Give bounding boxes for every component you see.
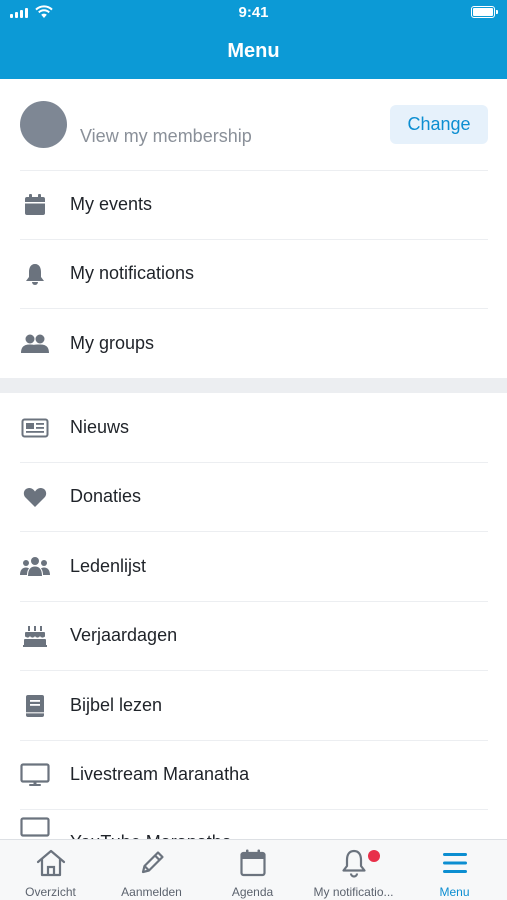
menu-item-label: My groups (70, 333, 155, 353)
avatar[interactable] (20, 101, 67, 148)
menu-item-nieuws[interactable]: Nieuws (0, 393, 507, 462)
bottom-tab-bar: Overzicht Aanmelden Agenda My notificati… (0, 839, 507, 900)
menu-item-livestream-maranatha[interactable]: Livestream Maranatha (0, 740, 507, 809)
menu-item-bijbel-lezen[interactable]: Bijbel lezen (0, 671, 507, 740)
tab-aanmelden[interactable]: Aanmelden (101, 840, 202, 900)
tab-overzicht[interactable]: Overzicht (0, 840, 101, 900)
tab-my-notifications[interactable]: My notificatio... (303, 840, 404, 900)
profile-row: View my membership Change (0, 79, 507, 170)
battery-icon (471, 6, 498, 18)
tab-label: Aanmelden (121, 885, 182, 899)
menu-item-my-groups[interactable]: My groups (0, 309, 507, 378)
section-separator (0, 378, 507, 393)
birthday-cake-icon (20, 623, 50, 649)
app-header: 9:41 Menu (0, 0, 507, 79)
newspaper-icon (20, 415, 50, 441)
view-membership-link[interactable]: View my membership (80, 126, 252, 147)
status-bar: 9:41 (0, 0, 507, 28)
calendar-icon (20, 192, 50, 218)
home-icon (0, 848, 101, 878)
menu-item-label: Livestream Maranatha (70, 764, 250, 784)
tab-label: My notificatio... (313, 885, 394, 899)
change-button[interactable]: Change (390, 105, 488, 144)
menu-item-label: Donaties (70, 486, 142, 506)
tab-label: Overzicht (25, 885, 76, 899)
tab-label: Menu (439, 885, 470, 899)
bell-icon (303, 848, 404, 878)
menu-item-my-events[interactable]: My events (0, 170, 507, 239)
menu-item-label: Verjaardagen (70, 625, 178, 645)
menu-item-label: Ledenlijst (70, 556, 147, 576)
tab-agenda[interactable]: Agenda (202, 840, 303, 900)
users-icon (20, 331, 50, 357)
pencil-icon (101, 848, 202, 878)
notification-badge (368, 850, 380, 862)
menu-item-label: My events (70, 194, 153, 214)
page-title: Menu (227, 40, 280, 62)
book-icon (20, 693, 50, 719)
menu-item-label: My notifications (70, 263, 195, 283)
heart-icon (20, 484, 50, 510)
menu-item-my-notifications[interactable]: My notifications (0, 239, 507, 308)
menu-item-label: Bijbel lezen (70, 695, 163, 715)
menu-icon (404, 848, 505, 878)
menu-item-youtube-maranatha[interactable]: YouTube Maranatha (0, 810, 507, 840)
calendar-icon (202, 848, 303, 878)
group-icon (20, 554, 50, 580)
tab-label: Agenda (231, 885, 274, 899)
menu-item-ledenlijst[interactable]: Ledenlijst (0, 532, 507, 601)
bell-icon (20, 261, 50, 287)
tab-menu[interactable]: Menu (404, 840, 505, 900)
status-time: 9:41 (238, 4, 269, 21)
monitor-icon (20, 816, 50, 840)
menu-item-verjaardagen[interactable]: Verjaardagen (0, 601, 507, 670)
monitor-icon (20, 762, 50, 788)
menu-item-donaties[interactable]: Donaties (0, 462, 507, 531)
menu-item-label: Nieuws (70, 417, 130, 437)
